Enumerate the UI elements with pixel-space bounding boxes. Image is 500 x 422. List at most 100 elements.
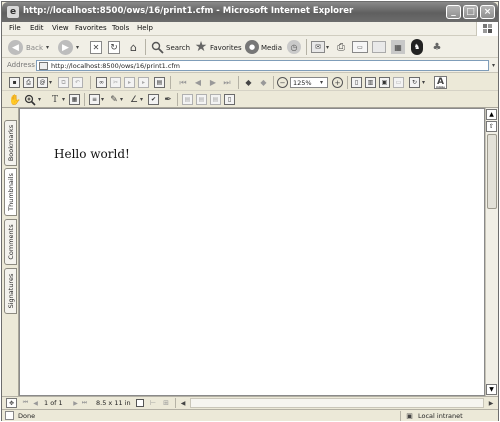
minimize-button[interactable]: _ xyxy=(446,5,461,19)
close-button[interactable]: × xyxy=(480,5,495,19)
menu-edit[interactable]: Edit xyxy=(30,24,44,32)
home-icon[interactable]: ⌂ xyxy=(126,40,141,54)
search-icon[interactable] xyxy=(150,40,164,54)
reflow-icon[interactable]: ▭ xyxy=(393,77,404,88)
page-count[interactable]: 1 of 1 xyxy=(44,399,63,407)
chevron-down-icon[interactable]: ▾ xyxy=(326,44,329,51)
previous-page-icon[interactable]: ◀ xyxy=(31,398,40,408)
stop-icon[interactable]: ✕ xyxy=(90,41,102,54)
paste-icon[interactable]: ▸ xyxy=(138,77,149,88)
chevron-down-icon[interactable]: ▾ xyxy=(422,79,425,86)
chevron-down-icon[interactable]: ▾ xyxy=(120,96,123,103)
back-arrow-icon[interactable]: ◀ xyxy=(8,40,23,55)
pdf-document-view[interactable]: Hello world! xyxy=(19,108,485,396)
users-icon[interactable]: ♣ xyxy=(430,40,444,54)
chevron-down-icon[interactable]: ▾ xyxy=(46,44,49,51)
chevron-down-icon[interactable]: ▾ xyxy=(320,79,323,86)
single-page-icon[interactable] xyxy=(136,399,144,407)
fit-width-icon[interactable]: ▥ xyxy=(365,77,376,88)
pencil-icon[interactable]: ✎ xyxy=(108,94,120,106)
copy-icon[interactable]: ⧉ xyxy=(58,77,69,88)
back-button-label[interactable]: Back xyxy=(26,44,43,52)
adobe-logo-icon[interactable]: A Adobe xyxy=(434,76,447,89)
history-icon[interactable]: ◷ xyxy=(287,40,301,54)
previous-page-icon[interactable]: ◀ xyxy=(193,77,203,88)
media-button-label[interactable]: Media xyxy=(261,44,282,52)
edit-icon[interactable]: ▭ xyxy=(352,41,368,53)
draw-line-icon[interactable]: ∠ xyxy=(128,94,140,106)
mail-icon[interactable]: ✉ xyxy=(311,41,325,53)
address-value[interactable]: http://localhost:8500/ows/16/print1.cfm xyxy=(51,62,180,70)
rotate-view-icon[interactable]: ↻ xyxy=(409,77,420,88)
scrollbar-thumb[interactable] xyxy=(487,134,497,209)
facing-icon[interactable]: ⊞ xyxy=(161,398,171,408)
print-icon[interactable]: ⎙ xyxy=(23,77,34,88)
menu-favorites[interactable]: Favorites xyxy=(75,24,107,32)
search-button-label[interactable]: Search xyxy=(166,44,190,52)
save-icon[interactable]: ▪ xyxy=(9,77,20,88)
menu-view[interactable]: View xyxy=(52,24,69,32)
form-tool-icon[interactable]: ▤ xyxy=(182,94,193,105)
page-tool-icon[interactable]: ▯ xyxy=(224,94,235,105)
research-icon[interactable]: ▦ xyxy=(391,40,405,54)
next-page-icon[interactable]: ▶ xyxy=(208,77,218,88)
chevron-down-icon[interactable]: ▾ xyxy=(62,96,65,103)
next-page-icon[interactable]: ▶ xyxy=(71,398,80,408)
chevron-down-icon[interactable]: ▾ xyxy=(489,60,498,71)
favorites-star-icon[interactable]: ★ xyxy=(193,39,209,55)
cut-icon[interactable]: ✂ xyxy=(110,77,121,88)
messenger-icon[interactable]: ♞ xyxy=(411,39,423,55)
continuous-icon[interactable]: ⊢ xyxy=(148,398,158,408)
zoom-tool-icon[interactable] xyxy=(24,94,36,106)
form-field-icon[interactable]: ▤ xyxy=(196,94,207,105)
horizontal-scroll-track[interactable] xyxy=(190,398,484,408)
text-select-icon[interactable]: T xyxy=(48,94,62,106)
fit-visible-icon[interactable]: ▣ xyxy=(379,77,390,88)
last-page-icon[interactable]: ⏭ xyxy=(222,77,232,88)
email-icon[interactable]: @ xyxy=(37,77,48,88)
tab-signatures[interactable]: Signatures xyxy=(4,268,17,314)
discuss-icon[interactable] xyxy=(372,41,386,53)
refresh-icon[interactable]: ↻ xyxy=(108,41,120,54)
print-icon[interactable]: ⎙ xyxy=(334,40,348,54)
chevron-down-icon[interactable]: ▾ xyxy=(140,96,143,103)
select-icon[interactable]: ▸ xyxy=(124,77,135,88)
stamp-icon[interactable]: ✔ xyxy=(148,94,159,105)
go-forward-view-icon[interactable]: ◆ xyxy=(258,77,269,88)
maximize-button[interactable]: □ xyxy=(463,5,478,19)
undo-icon[interactable]: ↶ xyxy=(72,77,83,88)
binoculars-icon[interactable]: ∞ xyxy=(96,77,107,88)
hand-tool-icon[interactable]: ✋ xyxy=(9,94,21,106)
vertical-scrollbar[interactable]: ▲ ⇧ ▼ xyxy=(485,108,498,396)
zoom-in-icon[interactable]: + xyxy=(332,77,343,88)
link-tool-icon[interactable]: ▤ xyxy=(210,94,221,105)
scroll-up-button[interactable]: ▲ xyxy=(486,109,497,120)
scroll-right-button[interactable]: ▶ xyxy=(486,398,496,408)
favorites-button-label[interactable]: Favorites xyxy=(210,44,242,52)
split-handle-icon[interactable]: ⇧ xyxy=(486,121,497,132)
menu-file[interactable]: File xyxy=(9,24,21,32)
snapshot-icon[interactable]: ▦ xyxy=(69,94,80,105)
menu-tools[interactable]: Tools xyxy=(112,24,129,32)
tab-comments[interactable]: Comments xyxy=(4,219,17,265)
address-field[interactable]: http://localhost:8500/ows/16/print1.cfm xyxy=(36,60,489,71)
note-icon[interactable]: ≡ xyxy=(89,94,100,105)
chevron-down-icon[interactable]: ▾ xyxy=(101,96,104,103)
last-page-icon[interactable]: ⏭ xyxy=(80,398,89,408)
tab-thumbnails[interactable]: Thumbnails xyxy=(4,168,17,216)
tab-bookmarks[interactable]: Bookmarks xyxy=(4,120,17,166)
chevron-down-icon[interactable]: ▾ xyxy=(38,96,41,103)
go-back-view-icon[interactable]: ◆ xyxy=(243,77,254,88)
scroll-left-button[interactable]: ◀ xyxy=(178,398,188,408)
fit-page-icon[interactable]: ▤ xyxy=(154,77,165,88)
menu-help[interactable]: Help xyxy=(137,24,153,32)
actual-size-icon[interactable]: ▯ xyxy=(351,77,362,88)
zoom-out-icon[interactable]: − xyxy=(277,77,288,88)
first-page-icon[interactable]: ⏮ xyxy=(178,77,188,88)
zoom-value[interactable]: 125% xyxy=(293,79,312,87)
chevron-down-icon[interactable]: ▾ xyxy=(76,44,79,51)
forward-arrow-icon[interactable]: ▶ xyxy=(58,40,73,55)
media-icon[interactable]: ● xyxy=(245,40,259,54)
signature-pen-icon[interactable]: ✒ xyxy=(162,94,174,106)
scroll-down-button[interactable]: ▼ xyxy=(486,384,497,395)
